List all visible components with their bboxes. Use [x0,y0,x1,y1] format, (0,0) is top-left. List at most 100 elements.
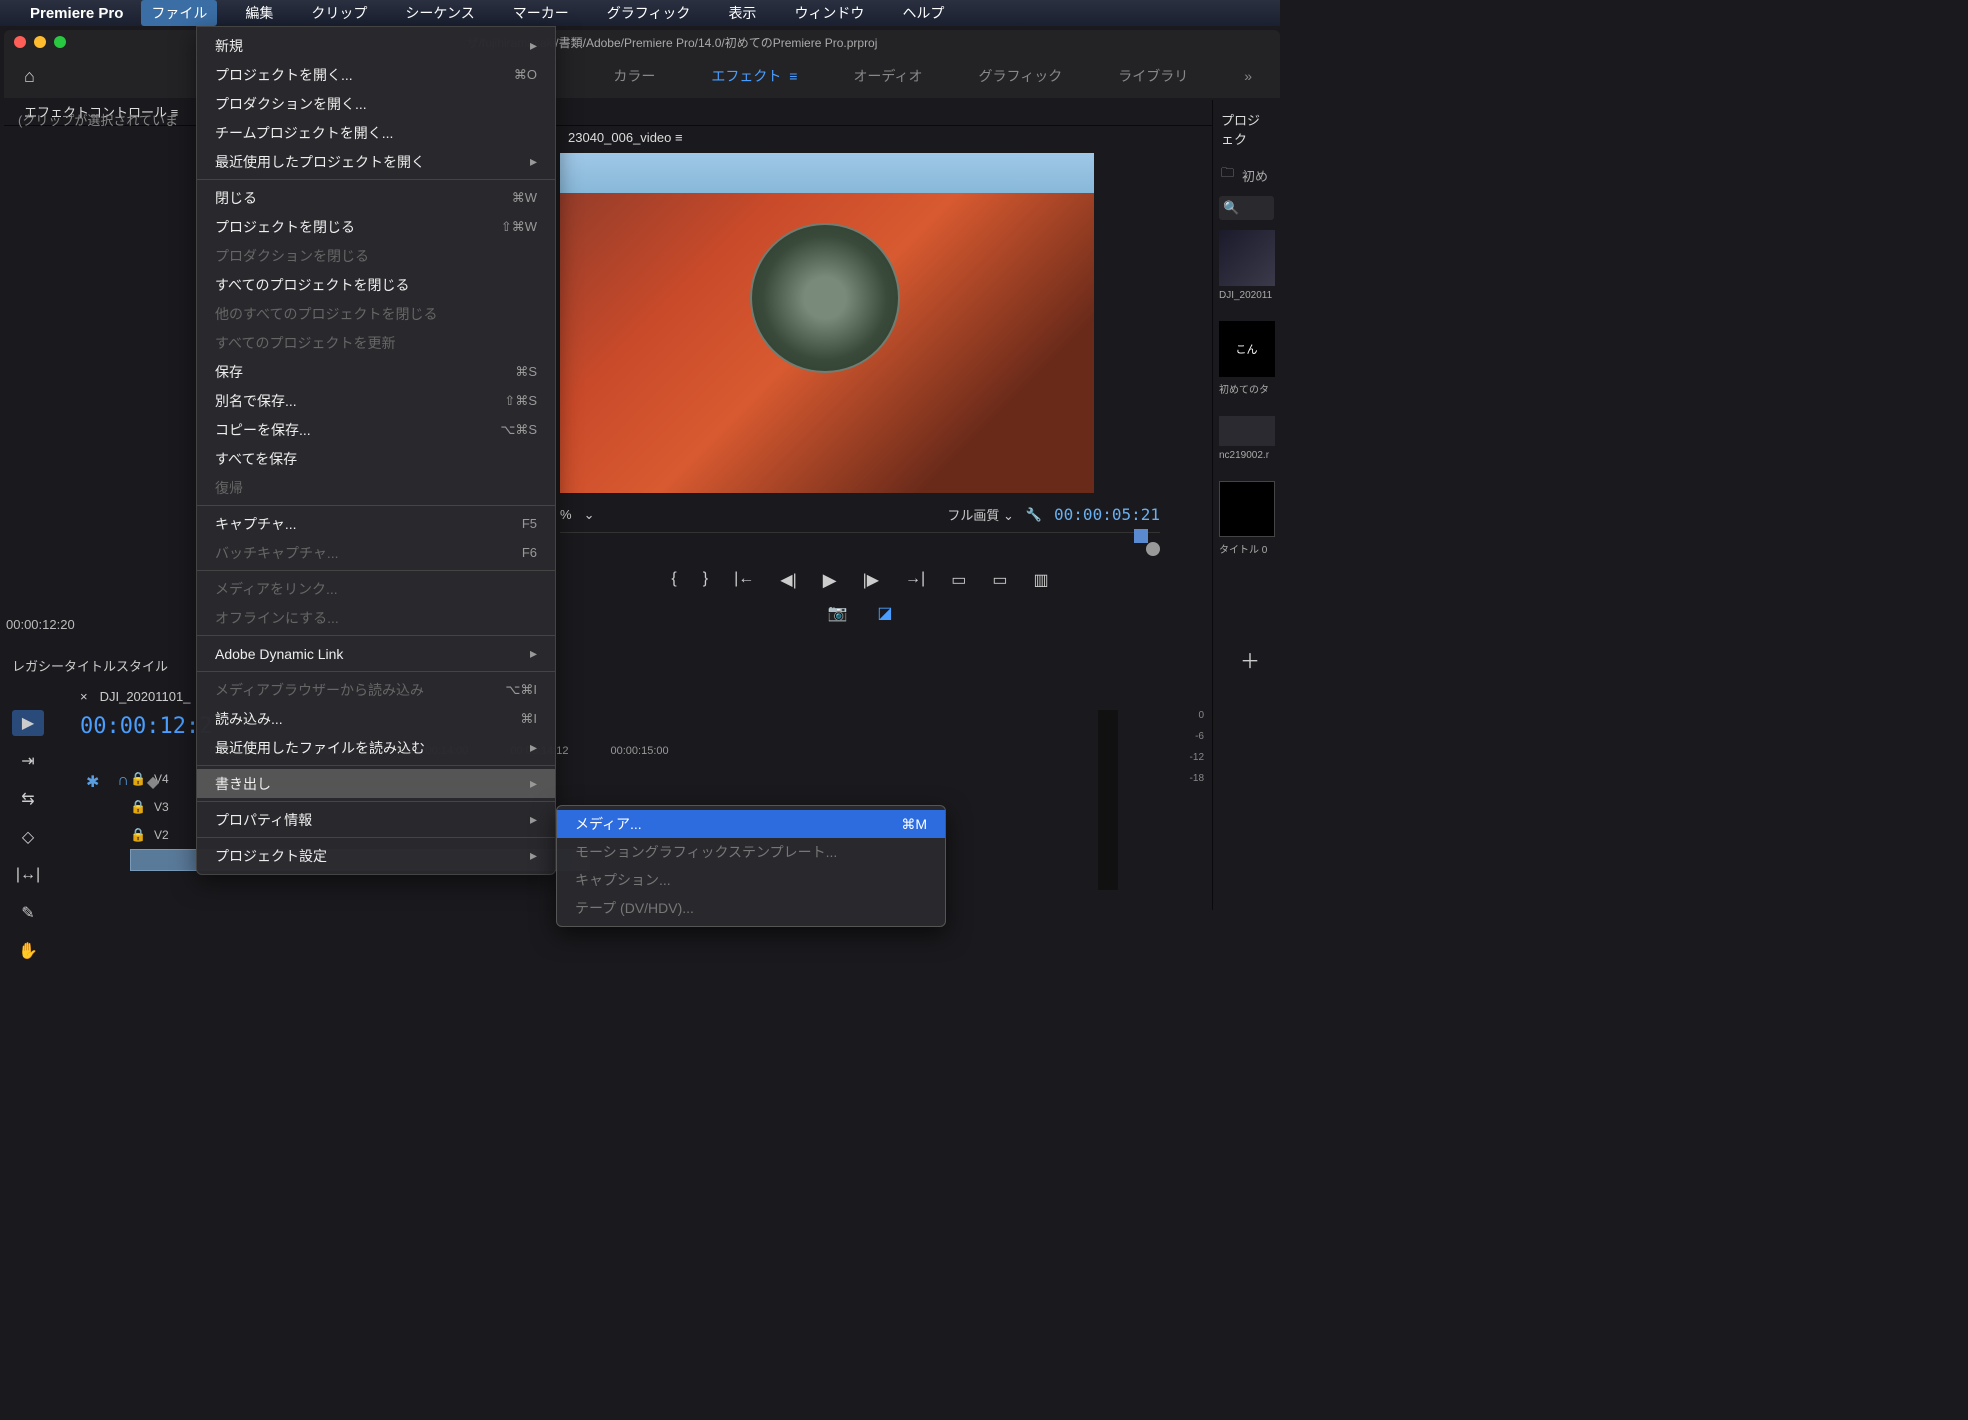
file-menu-item[interactable]: 書き出し▸ [197,769,555,798]
file-menu-item[interactable]: プロジェクトを開く...⌘O [197,60,555,89]
snapshot-icon[interactable]: 📷 [827,603,847,623]
menu-view[interactable]: 表示 [718,0,766,26]
step-back-icon[interactable]: ◀| [780,570,796,591]
project-item[interactable]: DJI_202011 [1213,230,1280,311]
file-menu-item[interactable]: プロパティ情報▸ [197,805,555,834]
snap-icon[interactable]: ✱ [86,772,99,792]
file-menu-item[interactable]: プロダクションを開く... [197,89,555,118]
menu-sequence[interactable]: シーケンス [395,0,484,26]
export-submenu-item: テープ (DV/HDV)... [557,894,945,922]
menu-item-label: プロジェクトを開く... [215,65,353,85]
menu-clip[interactable]: クリップ [301,0,377,26]
file-menu-item[interactable]: 新規▸ [197,31,555,60]
play-icon[interactable]: ▶ [823,570,837,591]
project-item[interactable]: nc219002.r [1213,416,1280,471]
selection-tool-icon[interactable]: ▶ [12,710,44,736]
lock-icon[interactable]: 🔒 [130,799,146,815]
file-menu-item[interactable]: 最近使用したファイルを読み込む▸ [197,733,555,762]
sequence-name[interactable]: DJI_20201101_ [100,689,191,704]
quality-dropdown[interactable]: フル画質 ⌄ [947,505,1014,524]
workspace-color[interactable]: カラー [605,62,663,90]
lock-icon[interactable]: 🔒 [130,827,146,843]
file-menu-item[interactable]: 読み込み...⌘I [197,704,555,733]
go-to-out-icon[interactable]: →| [905,570,925,591]
menu-help[interactable]: ヘルプ [892,0,954,26]
menu-separator [197,671,555,672]
razor-tool-icon[interactable]: ◇ [12,824,44,850]
file-menu-item[interactable]: プロジェクト設定▸ [197,841,555,870]
comparison-view-icon[interactable]: ◪ [877,603,892,623]
program-timecode[interactable]: 00:00:05:21 [1054,505,1160,524]
step-forward-icon[interactable]: |▶ [863,570,879,591]
menu-item-label: プロダクションを閉じる [215,246,369,266]
file-menu-item[interactable]: チームプロジェクトを開く... [197,118,555,147]
program-monitor-tab[interactable]: 23040_006_video ≡ [560,130,691,151]
ripple-edit-tool-icon[interactable]: ⇆ [12,786,44,812]
wrench-settings-icon[interactable]: 🔧 [1026,507,1042,523]
workspace-audio[interactable]: オーディオ [845,62,930,90]
export-submenu-item[interactable]: メディア...⌘M [557,810,945,838]
track-label[interactable]: V2 [154,828,184,842]
file-menu-item: 復帰 [197,473,555,502]
playhead-marker-icon[interactable] [1134,529,1148,543]
file-menu-item[interactable]: 閉じる⌘W [197,183,555,212]
export-frame-icon[interactable]: ▥ [1033,570,1048,591]
project-folder-row[interactable]: 🗀 初め [1213,158,1280,192]
file-menu-item[interactable]: 保存 ⌘S [197,357,555,386]
scrubber-end-handle[interactable] [1146,542,1160,556]
linked-selection-icon[interactable]: ∩ [117,772,129,792]
menu-file[interactable]: ファイル [141,0,217,26]
file-menu-item[interactable]: すべてのプロジェクトを閉じる [197,270,555,299]
go-to-in-icon[interactable]: |← [734,570,754,591]
workspace-effects[interactable]: エフェクト ≡ [703,62,805,90]
lift-icon[interactable]: ▭ [951,570,966,591]
marker-icon[interactable]: ◆ [147,772,159,792]
menu-shortcut: ⌘W [512,190,537,206]
pen-tool-icon[interactable]: ✎ [12,900,44,926]
slip-tool-icon[interactable]: |↔| [12,862,44,888]
file-menu-item[interactable]: 別名で保存...⇧⌘S [197,386,555,415]
add-button-icon[interactable]: ＋ [1240,645,1260,674]
close-window-icon[interactable] [14,36,26,48]
home-icon[interactable]: ⌂ [24,66,35,87]
minimize-window-icon[interactable] [34,36,46,48]
close-sequence-icon[interactable]: × [80,689,88,704]
maximize-window-icon[interactable] [54,36,66,48]
export-submenu-item: キャプション... [557,866,945,894]
file-menu-item[interactable]: キャプチャ...F5 [197,509,555,538]
extract-icon[interactable]: ▭ [992,570,1007,591]
project-search[interactable]: 🔍 [1219,196,1274,220]
menu-marker[interactable]: マーカー [503,0,579,26]
track-select-tool-icon[interactable]: ⇥ [12,748,44,774]
menu-graphics[interactable]: グラフィック [597,0,701,26]
file-menu-item[interactable]: コピーを保存...⌥⌘S [197,415,555,444]
track-label[interactable]: V3 [154,800,184,814]
chevron-right-icon: ▸ [530,847,537,864]
menu-item-label: プロパティ情報 [215,810,312,830]
file-menu-item[interactable]: Adobe Dynamic Link▸ [197,639,555,668]
mark-out-icon[interactable]: } [703,570,708,591]
file-menu-item[interactable]: プロジェクトを閉じる⇧⌘W [197,212,555,241]
menu-item-label: すべてのプロジェクトを更新 [215,333,395,353]
zoom-dropdown-icon[interactable]: ⌄ [584,507,595,523]
project-item[interactable]: こん 初めてのタ [1213,321,1280,406]
file-menu-item[interactable]: 最近使用したプロジェクトを開く▸ [197,147,555,176]
file-menu-item[interactable]: すべてを保存 [197,444,555,473]
project-panel-tab[interactable]: プロジェク [1213,100,1280,158]
menu-item-label: 保存 [215,362,243,382]
legacy-title-styles-panel-tab[interactable]: レガシータイトルスタイル [12,656,168,675]
project-item[interactable]: タイトル 0 [1213,481,1280,566]
zoom-percent[interactable]: % [560,507,572,522]
workspace-overflow-icon[interactable]: » [1236,64,1260,88]
file-menu-item: 他のすべてのプロジェクトを閉じる [197,299,555,328]
program-scrubber[interactable] [560,532,1160,556]
menu-edit[interactable]: 編集 [235,0,283,26]
program-preview[interactable] [560,153,1094,493]
menu-shortcut: ⌘S [515,364,537,380]
workspace-menu-icon[interactable]: ≡ [785,68,797,84]
workspace-graphics[interactable]: グラフィック [970,62,1070,90]
mark-in-icon[interactable]: { [671,570,676,591]
hand-tool-icon[interactable]: ✋ [12,938,44,964]
workspace-library[interactable]: ライブラリ [1110,62,1196,90]
menu-window[interactable]: ウィンドウ [784,0,874,26]
